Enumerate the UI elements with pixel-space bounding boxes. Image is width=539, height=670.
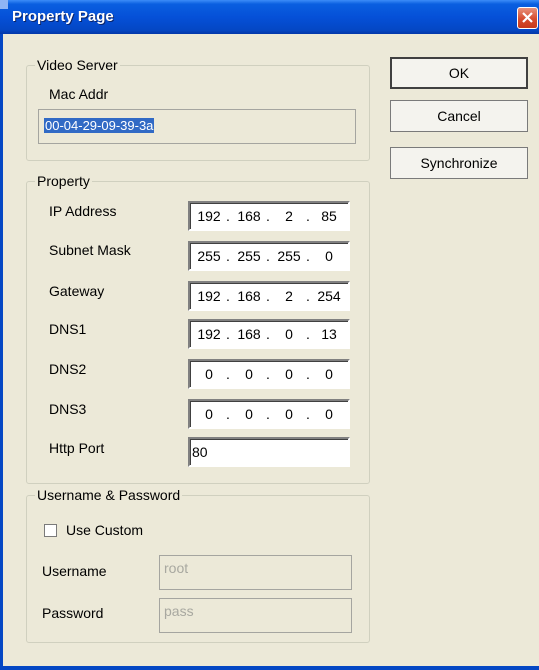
ip-dot: . <box>226 406 230 422</box>
subnet-mask-label: Subnet Mask <box>49 242 131 258</box>
credentials-legend: Username & Password <box>37 487 181 503</box>
use-custom-label: Use Custom <box>66 522 144 538</box>
window-icon <box>0 0 8 9</box>
subnet-mask-field[interactable]: 255 . 255 . 255 . 0 <box>188 241 350 271</box>
ip-octet-4: 85 <box>321 208 337 224</box>
ip-dot: . <box>226 366 230 382</box>
dns2-octet-4: 0 <box>325 366 333 382</box>
dns3-octet-1: 0 <box>205 406 213 422</box>
ip-dot: . <box>306 248 310 264</box>
dns2-octet-2: 0 <box>245 366 253 382</box>
ip-dot: . <box>266 326 270 342</box>
dns3-octet-3: 0 <box>285 406 293 422</box>
ip-dot: . <box>226 208 230 224</box>
dns2-label: DNS2 <box>49 361 87 377</box>
gateway-octet-3: 2 <box>285 288 293 304</box>
dns2-octet-3: 0 <box>285 366 293 382</box>
ip-dot: . <box>266 208 270 224</box>
http-port-label: Http Port <box>49 440 105 456</box>
dns3-field[interactable]: 0 . 0 . 0 . 0 <box>188 399 350 429</box>
window-title: Property Page <box>12 8 114 25</box>
property-legend: Property <box>37 173 90 189</box>
close-icon <box>522 12 533 23</box>
cancel-button[interactable]: Cancel <box>390 100 528 132</box>
mac-addr-label: Mac Addr <box>49 86 109 102</box>
ip-dot: . <box>266 366 270 382</box>
ip-dot: . <box>306 366 310 382</box>
use-custom-checkbox[interactable] <box>44 524 57 537</box>
close-button[interactable] <box>517 7 538 29</box>
video-server-legend: Video Server <box>37 57 118 73</box>
dns2-octet-1: 0 <box>205 366 213 382</box>
mac-addr-field[interactable]: 00-04-29-09-39-3a <box>38 109 356 144</box>
ip-dot: . <box>226 288 230 304</box>
mac-addr-value: 00-04-29-09-39-3a <box>44 118 155 133</box>
dns3-octet-4: 0 <box>325 406 333 422</box>
dns3-label: DNS3 <box>49 401 87 417</box>
username-value: root <box>164 560 189 576</box>
dns2-field[interactable]: 0 . 0 . 0 . 0 <box>188 359 350 389</box>
subnet-octet-2: 255 <box>237 248 261 264</box>
cancel-button-label: Cancel <box>437 108 481 124</box>
dns1-field[interactable]: 192 . 168 . 0 . 13 <box>188 319 350 349</box>
ip-dot: . <box>306 406 310 422</box>
password-value: pass <box>164 603 194 619</box>
title-bar[interactable]: Property Page <box>0 0 539 34</box>
username-field[interactable]: root <box>159 555 352 590</box>
ip-octet-3: 2 <box>285 208 293 224</box>
gateway-octet-4: 254 <box>317 288 341 304</box>
dns1-label: DNS1 <box>49 321 87 337</box>
gateway-label: Gateway <box>49 283 105 299</box>
ok-button[interactable]: OK <box>390 57 528 89</box>
dns3-octet-2: 0 <box>245 406 253 422</box>
ip-address-field[interactable]: 192 . 168 . 2 . 85 <box>188 201 350 231</box>
subnet-octet-4: 0 <box>325 248 333 264</box>
username-label: Username <box>42 563 107 579</box>
http-port-field[interactable]: 80 <box>188 437 350 467</box>
window-frame-left <box>0 34 3 670</box>
ok-button-label: OK <box>448 65 470 81</box>
password-field[interactable]: pass <box>159 598 352 633</box>
dns1-octet-4: 13 <box>321 326 337 342</box>
http-port-value: 80 <box>192 444 208 460</box>
subnet-octet-1: 255 <box>197 248 221 264</box>
ip-dot: . <box>306 326 310 342</box>
ip-dot: . <box>266 406 270 422</box>
gateway-octet-1: 192 <box>197 288 221 304</box>
dns1-octet-1: 192 <box>197 326 221 342</box>
subnet-octet-3: 255 <box>277 248 301 264</box>
password-label: Password <box>42 605 104 621</box>
ip-dot: . <box>226 326 230 342</box>
dns1-octet-2: 168 <box>237 326 261 342</box>
gateway-field[interactable]: 192 . 168 . 2 . 254 <box>188 281 350 311</box>
ip-octet-2: 168 <box>237 208 261 224</box>
gateway-octet-2: 168 <box>237 288 261 304</box>
synchronize-button-label: Synchronize <box>420 155 498 171</box>
ip-dot: . <box>306 288 310 304</box>
ip-dot: . <box>266 248 270 264</box>
ip-dot: . <box>266 288 270 304</box>
dns1-octet-3: 0 <box>285 326 293 342</box>
synchronize-button[interactable]: Synchronize <box>390 147 528 179</box>
ip-dot: . <box>226 248 230 264</box>
ip-address-label: IP Address <box>49 203 117 219</box>
ip-dot: . <box>306 208 310 224</box>
ip-octet-1: 192 <box>197 208 221 224</box>
window-frame-bottom <box>0 666 539 670</box>
